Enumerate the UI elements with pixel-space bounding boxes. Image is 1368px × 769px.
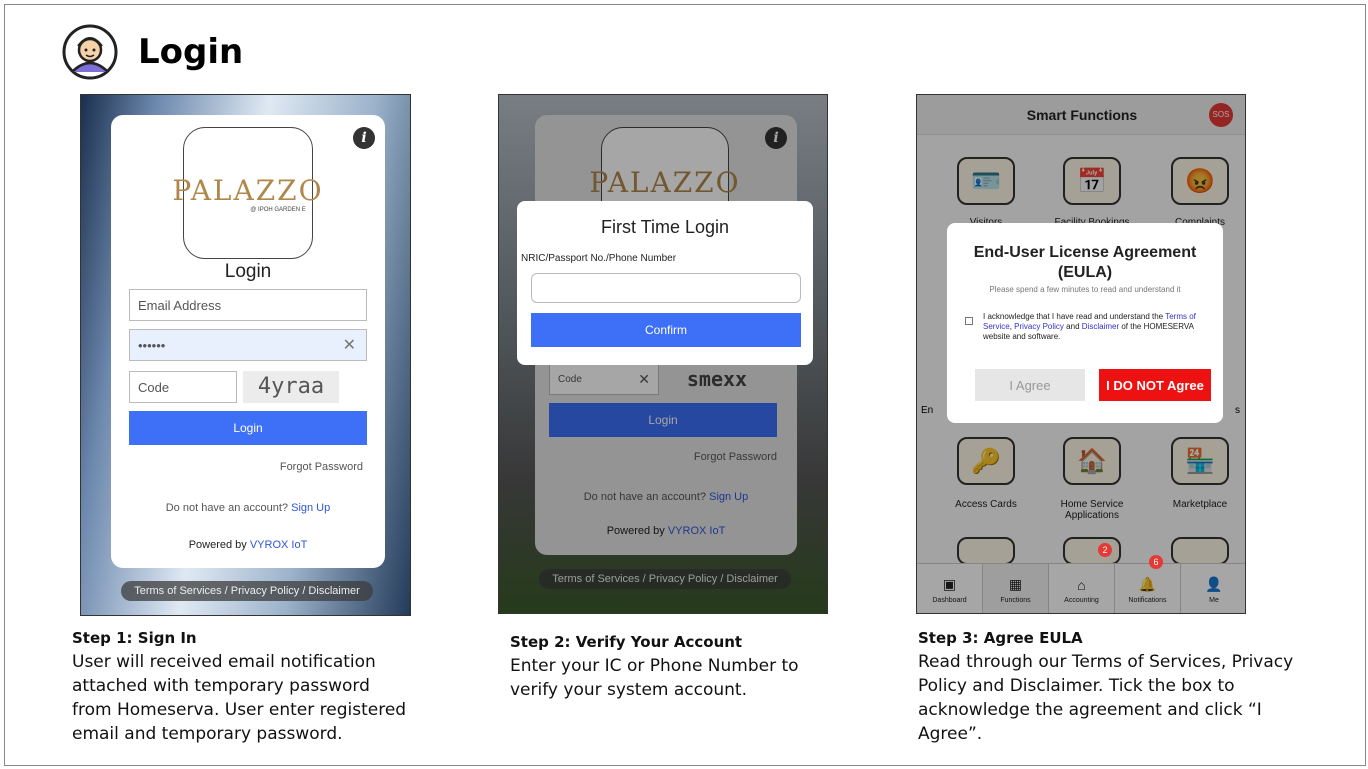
info-icon[interactable]: i: [353, 127, 375, 149]
ack-text-1: I acknowledge that I have read and under…: [983, 312, 1164, 321]
step1-caption: Step 1: Sign In User will received email…: [72, 626, 412, 746]
email-input[interactable]: Email Address: [129, 289, 367, 321]
logo-wordmark: PALAZZO: [172, 173, 324, 207]
page-header: Login: [62, 24, 243, 80]
step1-screenshot: PALAZZO @ IPOH GARDEN E i Login Email Ad…: [80, 94, 411, 616]
no-account-text: Do not have an account?: [165, 502, 289, 514]
eula-subtitle: Please spend a few minutes to read and u…: [989, 285, 1181, 294]
powered-by: Powered by VYROX IoT: [111, 539, 385, 551]
step2-caption: Step 2: Verify Your Account Enter your I…: [510, 630, 850, 702]
logo-subtitle: @ IPOH GARDEN E: [250, 206, 306, 213]
disagree-button[interactable]: I DO NOT Agree: [1099, 369, 1211, 401]
forgot-password-link[interactable]: Forgot Password: [280, 461, 363, 473]
agree-button[interactable]: I Agree: [975, 369, 1085, 401]
acknowledge-text: I acknowledge that I have read and under…: [983, 312, 1196, 341]
captcha-image: 4yraa: [243, 371, 339, 403]
eula-title: End-User License Agreement (EULA): [973, 244, 1197, 281]
confirm-button[interactable]: Confirm: [531, 313, 801, 347]
powered-by-label: Powered by: [188, 539, 247, 551]
signup-row: Do not have an account? Sign Up: [111, 502, 385, 514]
disclaimer-link[interactable]: Disclaimer: [1082, 322, 1119, 331]
step1-caption-title: Step 1: Sign In: [72, 629, 197, 647]
step2-caption-title: Step 2: Verify Your Account: [510, 633, 743, 651]
step3-caption-text: Read through our Terms of Services, Priv…: [918, 652, 1294, 744]
user-avatar-icon: [62, 24, 118, 80]
step1-caption-text: User will received email notification at…: [72, 652, 407, 744]
code-input[interactable]: Code: [129, 371, 237, 403]
step2-screenshot: PALAZZO i Code ✕ smexx Login Forgot Passw…: [498, 94, 828, 614]
acknowledge-checkbox[interactable]: [965, 317, 973, 325]
step3-screenshot: Smart Functions SOS 🪪 📅 😡 Visitors Facil…: [916, 94, 1246, 614]
ack-and: and: [1066, 322, 1080, 331]
first-login-dialog: First Time Login NRIC/Passport No./Phone…: [517, 201, 813, 365]
nric-label: NRIC/Passport No./Phone Number: [521, 253, 677, 264]
login-button[interactable]: Login: [129, 411, 367, 445]
clear-icon[interactable]: ✕: [343, 335, 356, 355]
password-value: ••••••: [138, 337, 166, 353]
step3-caption: Step 3: Agree EULA Read through our Term…: [918, 626, 1328, 746]
step2-caption-text: Enter your IC or Phone Number to verify …: [510, 656, 799, 700]
eula-dialog: End-User License Agreement (EULA) Please…: [947, 223, 1223, 423]
privacy-link[interactable]: Privacy Policy: [1014, 322, 1064, 331]
legal-footer[interactable]: Terms of Services / Privacy Policy / Dis…: [121, 581, 373, 601]
accounting-badge: 2: [1098, 543, 1112, 557]
signup-link[interactable]: Sign Up: [291, 502, 330, 514]
notifications-badge: 6: [1149, 555, 1163, 569]
page-title: Login: [138, 32, 244, 72]
password-input[interactable]: •••••• ✕: [129, 329, 367, 361]
step3-caption-title: Step 3: Agree EULA: [918, 629, 1083, 647]
vendor-link[interactable]: VYROX IoT: [250, 539, 307, 551]
dialog-title: First Time Login: [600, 217, 730, 237]
login-heading: Login: [224, 261, 272, 282]
nric-input[interactable]: [531, 273, 801, 303]
login-card: PALAZZO @ IPOH GARDEN E i Login Email Ad…: [111, 115, 385, 568]
palazzo-logo: PALAZZO @ IPOH GARDEN E: [172, 127, 322, 259]
